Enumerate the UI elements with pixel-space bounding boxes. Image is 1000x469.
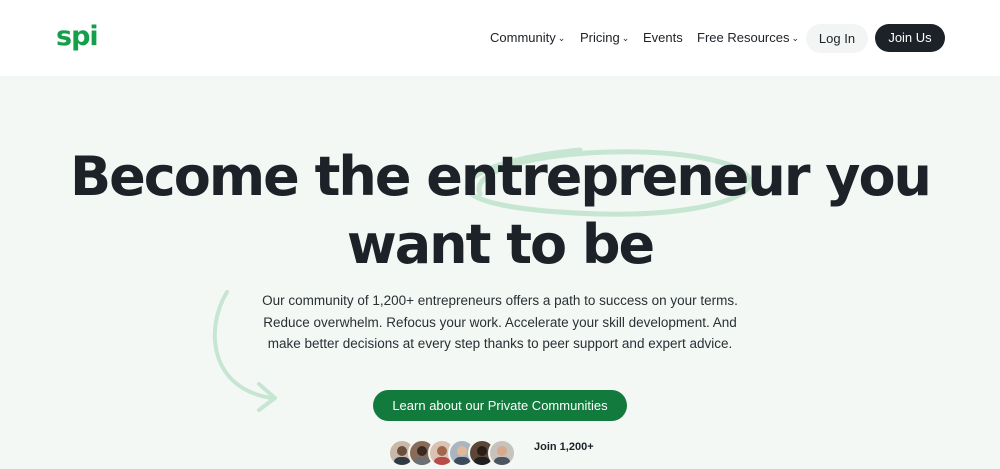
nav-community-label: Community	[490, 30, 556, 45]
member-avatars	[388, 439, 528, 469]
chevron-down-icon: ⌄	[791, 33, 800, 43]
join-us-button[interactable]: Join Us	[875, 24, 945, 52]
hero-subtitle: Our community of 1,200+ entrepreneurs of…	[262, 293, 738, 351]
hero-title-line2: want to be	[346, 213, 655, 276]
nav-pricing[interactable]: Pricing ⌄	[580, 30, 629, 47]
learn-private-communities-button[interactable]: Learn about our Private Communities	[373, 390, 627, 421]
site-header: spi Community ⌄ Pricing ⌄ Events Free Reso…	[0, 0, 1000, 76]
chevron-down-icon: ⌄	[557, 33, 566, 43]
nav-pricing-label: Pricing	[580, 30, 620, 45]
nav-events[interactable]: Events	[643, 30, 683, 46]
hero-title-line1: Become the entrepreneur you	[70, 145, 932, 208]
hero-title: Become the entrepreneur you want to be	[0, 143, 1000, 279]
join-count-text: Join 1,200+	[534, 441, 594, 453]
nav-events-label: Events	[643, 30, 683, 45]
nav-free-resources-label: Free Resources	[697, 30, 790, 45]
nav-free-resources[interactable]: Free Resources ⌄	[697, 30, 799, 47]
chevron-down-icon: ⌄	[621, 33, 630, 43]
avatar	[488, 439, 516, 467]
nav-community[interactable]: Community ⌄	[490, 30, 565, 47]
login-button[interactable]: Log In	[806, 24, 868, 53]
